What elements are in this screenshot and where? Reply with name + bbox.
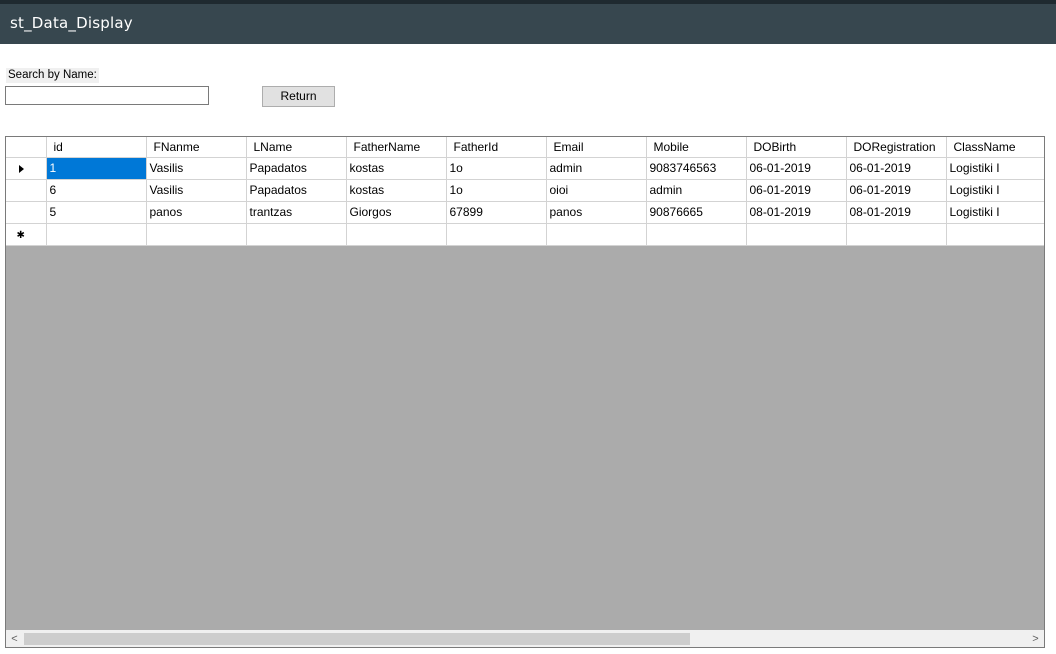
table-cell[interactable]: 1o <box>446 179 547 202</box>
table-row[interactable]: 1 Vasilis Papadatos kostas 1o admin 9083… <box>6 157 1044 180</box>
table-cell[interactable]: 06-01-2019 <box>746 179 847 202</box>
table-cell[interactable]: 1 <box>46 157 147 180</box>
column-header-id[interactable]: id <box>46 137 147 158</box>
table-cell[interactable]: 67899 <box>446 201 547 224</box>
table-cell[interactable]: 08-01-2019 <box>746 201 847 224</box>
row-header-current[interactable] <box>6 157 47 180</box>
table-cell[interactable]: 08-01-2019 <box>846 201 947 224</box>
table-cell[interactable]: trantzas <box>246 201 347 224</box>
table-cell[interactable]: panos <box>546 201 647 224</box>
table-cell[interactable] <box>746 223 847 246</box>
column-header-fnanme[interactable]: FNanme <box>146 137 247 158</box>
table-cell[interactable]: Logistiki I <box>946 179 1044 202</box>
table-cell[interactable] <box>446 223 547 246</box>
table-cell[interactable]: 06-01-2019 <box>746 157 847 180</box>
table-cell[interactable]: Papadatos <box>246 179 347 202</box>
table-cell[interactable]: kostas <box>346 179 447 202</box>
table-cell[interactable]: 06-01-2019 <box>846 157 947 180</box>
window-title: st_Data_Display <box>10 14 133 32</box>
table-cell[interactable]: 9083746563 <box>646 157 747 180</box>
new-row-asterisk-icon: ✱ <box>16 230 25 241</box>
table-cell[interactable]: kostas <box>346 157 447 180</box>
table-cell[interactable] <box>346 223 447 246</box>
row-header[interactable] <box>6 201 47 224</box>
table-cell[interactable] <box>846 223 947 246</box>
table-row[interactable]: 6 Vasilis Papadatos kostas 1o oioi admin… <box>6 179 1044 202</box>
table-cell[interactable] <box>246 223 347 246</box>
new-row[interactable]: ✱ <box>6 223 1044 246</box>
table-cell[interactable] <box>146 223 247 246</box>
header-row: id FNanme LName FatherName FatherId Emai… <box>6 137 1044 158</box>
column-header-fatherid[interactable]: FatherId <box>446 137 547 158</box>
return-button[interactable]: Return <box>262 86 335 107</box>
table-cell[interactable]: 06-01-2019 <box>846 179 947 202</box>
table-row[interactable]: 5 panos trantzas Giorgos 67899 panos 908… <box>6 201 1044 224</box>
table-cell[interactable]: Logistiki I <box>946 157 1044 180</box>
table-cell[interactable] <box>946 223 1044 246</box>
table-cell[interactable]: Vasilis <box>146 157 247 180</box>
top-left-header-cell[interactable] <box>6 137 47 158</box>
title-bar: st_Data_Display <box>0 4 1056 44</box>
search-label: Search by Name: <box>6 68 99 83</box>
column-header-lname[interactable]: LName <box>246 137 347 158</box>
current-row-arrow-icon <box>19 164 25 173</box>
column-header-classname[interactable]: ClassName <box>946 137 1044 158</box>
table-cell[interactable] <box>46 223 147 246</box>
column-header-mobile[interactable]: Mobile <box>646 137 747 158</box>
column-header-email[interactable]: Email <box>546 137 647 158</box>
table-cell[interactable]: Giorgos <box>346 201 447 224</box>
scroll-left-icon[interactable]: < <box>6 631 23 647</box>
table-cell[interactable]: 6 <box>46 179 147 202</box>
horizontal-scrollbar[interactable]: < > <box>6 630 1044 647</box>
column-header-dobirth[interactable]: DOBirth <box>746 137 847 158</box>
table-cell[interactable] <box>646 223 747 246</box>
table-cell[interactable]: 90876665 <box>646 201 747 224</box>
scrollbar-thumb[interactable] <box>24 633 690 645</box>
table-cell[interactable]: oioi <box>546 179 647 202</box>
row-header[interactable] <box>6 179 47 202</box>
row-header-new[interactable]: ✱ <box>6 223 47 246</box>
table-cell[interactable] <box>546 223 647 246</box>
table-cell[interactable]: admin <box>546 157 647 180</box>
table-cell[interactable]: 1o <box>446 157 547 180</box>
column-header-fathername[interactable]: FatherName <box>346 137 447 158</box>
data-table: id FNanme LName FatherName FatherId Emai… <box>6 137 1044 246</box>
table-cell[interactable]: admin <box>646 179 747 202</box>
table-cell[interactable]: Papadatos <box>246 157 347 180</box>
table-cell[interactable]: Logistiki I <box>946 201 1044 224</box>
table-cell[interactable]: 5 <box>46 201 147 224</box>
data-grid[interactable]: id FNanme LName FatherName FatherId Emai… <box>5 136 1045 648</box>
scroll-right-icon[interactable]: > <box>1027 631 1044 647</box>
table-cell[interactable]: panos <box>146 201 247 224</box>
search-by-name-input[interactable] <box>5 86 209 105</box>
column-header-doregistration[interactable]: DORegistration <box>846 137 947 158</box>
table-cell[interactable]: Vasilis <box>146 179 247 202</box>
